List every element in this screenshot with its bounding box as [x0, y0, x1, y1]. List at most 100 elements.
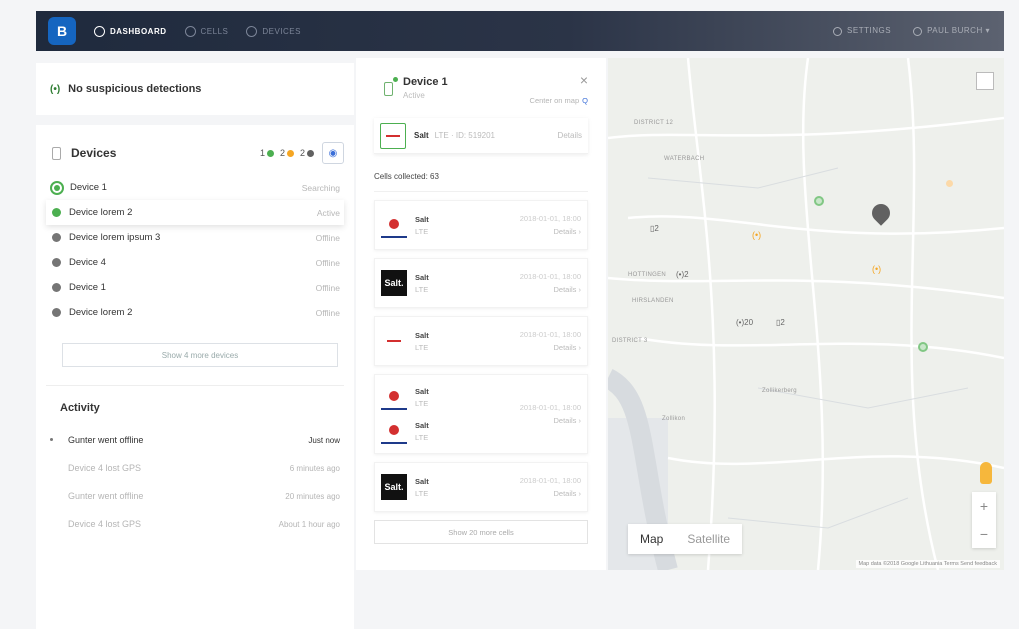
cell-group-row: Salt LTE [381, 418, 429, 444]
chevron-down-icon: ▾ [985, 26, 990, 36]
settings-link[interactable]: SETTINGS [833, 26, 891, 36]
zoom-out-icon[interactable]: − [980, 526, 988, 542]
cell-name: Salt [415, 420, 429, 430]
zoom-in-icon[interactable]: + [980, 498, 988, 514]
device-row[interactable]: Device lorem ipsum 3 Offline [46, 225, 344, 250]
cell-date: 2018-01-01, 18:00 [519, 476, 581, 485]
top-navigation-bar: B DASHBOARD CELLS DEVICES SETTINGS PAUL … [36, 11, 1004, 51]
cell-item[interactable]: Salt LTE 2018-01-01, 18:00 Details › [374, 200, 588, 250]
device-cluster-marker[interactable]: ▯2 [776, 318, 785, 327]
cell-item-group[interactable]: Salt LTE Salt LTE 2018-01-01, 18:00 Details… [374, 374, 588, 454]
alert-card: (•) No suspicious detections [36, 63, 354, 115]
cell-details-link[interactable]: Details › [520, 416, 581, 425]
detail-device-name: Device 1 [403, 76, 448, 88]
satellite-tab[interactable]: Satellite [675, 532, 742, 546]
activity-item: Gunter went offline Just now [46, 426, 344, 454]
cell-name: Salt [415, 476, 429, 486]
device-row[interactable]: Device 1 Offline [46, 275, 344, 300]
device-status: Offline [315, 232, 340, 243]
device-status: Active [316, 207, 340, 218]
cell-item[interactable]: Salt. Salt LTE 2018-01-01, 18:00 Details › [374, 258, 588, 308]
cell-details-link[interactable]: Details › [520, 343, 581, 352]
map-tab[interactable]: Map [628, 532, 675, 546]
activity-item: Device 4 lost GPS About 1 hour ago [46, 510, 344, 538]
cell-cluster-marker[interactable]: (•)20 [736, 318, 753, 327]
map-district-label: WATERBACH [664, 156, 705, 162]
map-roads [608, 58, 1004, 570]
cell-item[interactable]: Salt. Salt LTE 2018-01-01, 18:00 Details › [374, 462, 588, 512]
map-district-label: Zollikerberg [762, 388, 797, 394]
device-marker-icon[interactable] [918, 342, 928, 352]
sunrise-logo-icon [381, 328, 407, 354]
current-cell-card[interactable]: Salt LTE · ID: 519201 Details [374, 118, 588, 154]
top-right-menu: SETTINGS PAUL BURCH ▾ [833, 26, 990, 36]
fullscreen-icon[interactable] [976, 72, 994, 90]
signal-marker-icon[interactable]: (•) [752, 230, 761, 240]
device-name: Device lorem ipsum 3 [69, 232, 161, 243]
signal-marker-icon[interactable]: (•) [872, 264, 881, 274]
status-offline-icon [52, 233, 61, 242]
device-status: Offline [315, 307, 340, 318]
nav-devices[interactable]: DEVICES [246, 25, 301, 37]
gray-dot-icon [307, 150, 314, 158]
device-marker-icon[interactable] [814, 196, 824, 206]
cell-date: 2018-01-01, 18:00 [519, 403, 581, 412]
app-logo[interactable]: B [48, 17, 76, 45]
device-row[interactable]: Device 1 Searching [46, 175, 344, 200]
cell-details-link[interactable]: Details › [520, 227, 581, 236]
map-attribution: Map data ©2018 Google Lithuania Terms Se… [855, 560, 1000, 568]
cell-group-list: Salt LTE Salt LTE [381, 384, 429, 444]
status-active-icon [52, 208, 61, 217]
sunrise-logo-icon [380, 122, 406, 149]
left-panel: (•) No suspicious detections Devices 1 2… [36, 51, 354, 629]
center-on-map-link[interactable]: Center on map Q [530, 96, 588, 105]
device-row[interactable]: Device lorem 2 Active [46, 200, 344, 225]
cell-name: Salt [415, 214, 429, 224]
cell-details-link[interactable]: Details › [520, 285, 581, 294]
street-view-pegman-icon[interactable] [980, 462, 992, 484]
current-cell-details-link[interactable]: Details [558, 131, 582, 140]
activity-text: Device 4 lost GPS [68, 463, 142, 473]
swisscom-logo-icon [381, 418, 407, 444]
status-offline-icon [52, 283, 61, 292]
map-type-toggle: Map Satellite [628, 524, 743, 554]
cell-details-link[interactable]: Details › [520, 489, 581, 498]
current-cell-name: Salt [414, 131, 429, 140]
device-row[interactable]: Device 4 Offline [46, 250, 344, 275]
dashboard-icon [94, 25, 105, 37]
device-name: Device lorem 2 [69, 207, 133, 218]
show-more-devices-button[interactable]: Show 4 more devices [62, 343, 338, 367]
device-filter-button[interactable]: ◉ [322, 142, 344, 164]
warning-marker-icon[interactable] [946, 180, 953, 187]
phone-icon [52, 146, 61, 160]
divider [46, 385, 344, 386]
count-warning-value: 2 [279, 148, 285, 158]
activity-text: Gunter went offline [68, 491, 144, 501]
count-active-value: 1 [259, 148, 265, 158]
user-menu[interactable]: PAUL BURCH ▾ [913, 26, 990, 36]
activity-time: About 1 hour ago [278, 519, 340, 529]
zoom-controls: + − [972, 492, 996, 548]
map-district-label: DISTRICT 12 [634, 120, 674, 126]
cell-item[interactable]: Salt LTE 2018-01-01, 18:00 Details › [374, 316, 588, 366]
cell-tech: LTE [415, 488, 429, 498]
cluster-count: 20 [744, 318, 754, 327]
activity-time: Just now [308, 435, 340, 445]
phone-icon [384, 77, 398, 96]
nav-cells[interactable]: CELLS [184, 25, 229, 37]
map-view[interactable]: DISTRICT 12 WATERBACH DISTRICT 3 Zolliko… [608, 58, 1004, 570]
device-cluster-marker[interactable]: ▯2 [650, 224, 659, 233]
show-more-cells-button[interactable]: Show 20 more cells [374, 520, 588, 544]
nav-dashboard[interactable]: DASHBOARD [94, 25, 167, 37]
cell-tech: LTE [415, 284, 429, 294]
close-icon[interactable]: × [580, 72, 588, 88]
cluster-count: 2 [654, 224, 659, 233]
cell-name: Salt [415, 330, 429, 340]
map-district-label: DISTRICT 3 [612, 338, 648, 344]
cell-cluster-marker[interactable]: (•)2 [676, 270, 689, 279]
swisscom-logo-icon [381, 384, 407, 410]
device-row[interactable]: Device lorem 2 Offline [46, 300, 344, 325]
status-offline-icon [52, 258, 61, 267]
cell-date: 2018-01-01, 18:00 [519, 214, 581, 223]
activity-time: 6 minutes ago [289, 463, 340, 473]
